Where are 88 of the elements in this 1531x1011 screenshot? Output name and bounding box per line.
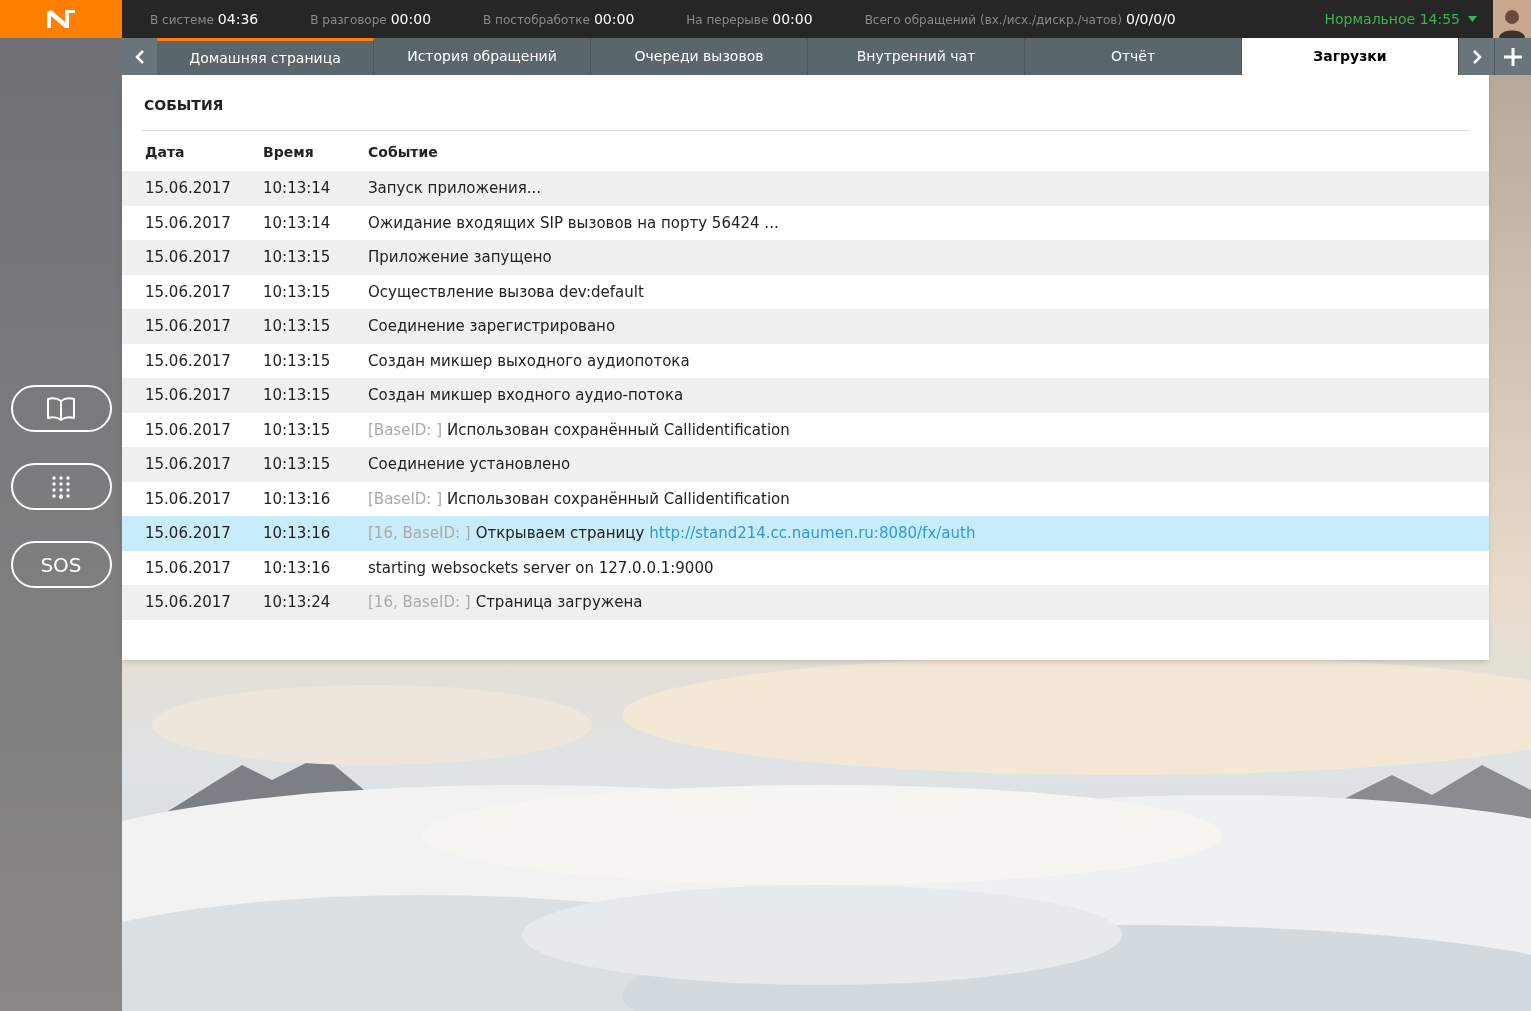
base-id-prefix: [BaseID: ] — [368, 419, 443, 441]
book-icon — [46, 394, 76, 423]
base-id-prefix: [BaseID: ] — [368, 488, 443, 510]
event-text: Страница загружена — [475, 592, 643, 613]
date-cell: 15.06.2017 — [145, 248, 231, 266]
event-text: Использован сохранённый Callidentification — [447, 419, 790, 441]
time-cell: 10:13:15 — [263, 351, 331, 370]
scroll-left-button[interactable] — [122, 38, 157, 75]
time-cell: 10:13:15 — [263, 455, 331, 473]
stat-value: 04:36 — [217, 9, 259, 29]
date-cell: 15.06.2017 — [145, 351, 231, 370]
event-row[interactable]: 15.06.2017 10:13:15 Соединение зарегистрировано — [122, 309, 1489, 344]
event-row[interactable]: 15.06.2017 10:13:15 Создан микшер выходного аудиопотока — [122, 343, 1489, 378]
column-header: Событие — [368, 144, 438, 160]
time-cell: 10:13:16 — [263, 558, 331, 577]
stat-value: 0/0/0/0 — [1126, 9, 1176, 29]
time-cell: 10:13:15 — [263, 420, 331, 439]
dialpad-button[interactable] — [10, 463, 112, 510]
base-id-prefix: [16, BaseID: ] — [368, 523, 471, 544]
date-cell: 15.06.2017 — [145, 558, 231, 577]
time-cell: 10:13:15 — [263, 317, 331, 335]
date-cell: 15.06.2017 — [145, 455, 231, 473]
column-header: Время — [263, 144, 314, 160]
time-cell: 10:13:14 — [263, 213, 331, 232]
event-text: Открываем страницу — [475, 523, 645, 544]
date-cell: 15.06.2017 — [145, 179, 231, 197]
event-text: Осуществление вызова dev:default — [368, 281, 644, 303]
event-text: Соединение зарегистрировано — [368, 316, 616, 337]
stat-label: В постобработке — [483, 11, 590, 29]
logo[interactable] — [0, 0, 122, 38]
time-cell: 10:13:14 — [263, 179, 331, 197]
time-cell: 10:13:16 — [263, 524, 331, 542]
event-row[interactable]: 15.06.2017 10:13:16 [BaseID: ] Использован сохранённый Callidentification — [122, 481, 1489, 516]
event-row[interactable]: 15.06.2017 10:13:14 Ожидание входящих SIP вызовов на порту 56424 ... — [122, 205, 1489, 240]
event-row[interactable]: 15.06.2017 10:13:15 [BaseID: ] Использован сохранённый Callidentification — [122, 412, 1489, 447]
stat-label: В разговоре — [310, 11, 387, 29]
event-text: Создан микшер выходного аудиопотока — [368, 350, 690, 372]
event-row[interactable]: 15.06.2017 10:13:16 [16, BaseID: ] Открываем страницу http://stand214.cc.naumen.ru:8080/fx/auth — [122, 516, 1489, 551]
base-id-prefix: [16, BaseID: ] — [368, 592, 471, 613]
stat-value: 00:00 — [772, 9, 813, 29]
stat-label: В системе — [150, 11, 214, 29]
date-cell: 15.06.2017 — [145, 282, 231, 301]
event-text: starting websockets server on 127.0.0.1:9000 — [368, 557, 714, 579]
book-button[interactable] — [10, 385, 112, 432]
logo-icon — [47, 10, 75, 28]
chevron-left-icon — [134, 48, 145, 65]
event-text: Использован сохранённый Callidentification — [447, 488, 790, 510]
add-tab-button[interactable] — [1494, 38, 1531, 75]
sos-button[interactable]: SOS — [10, 541, 112, 588]
event-row[interactable]: 15.06.2017 10:13:16 starting websockets server on 127.0.0.1:9000 — [122, 550, 1489, 585]
stat-label: На перерыве — [686, 11, 769, 29]
stat-value: 00:00 — [390, 9, 432, 29]
time-cell: 10:13:15 — [263, 282, 331, 301]
caret-icon — [1468, 16, 1477, 22]
dialpad-icon — [51, 474, 71, 499]
scroll-right-button[interactable] — [1459, 38, 1494, 75]
time-cell: 10:13:24 — [263, 593, 331, 611]
event-row[interactable]: 15.06.2017 10:13:15 Создан микшер входного аудио-потока — [122, 378, 1489, 413]
chevron-right-icon — [1471, 48, 1482, 65]
date-cell: 15.06.2017 — [145, 386, 231, 404]
date-cell: 15.06.2017 — [145, 317, 231, 335]
date-cell: 15.06.2017 — [145, 489, 231, 508]
stat-value: 00:00 — [593, 9, 635, 29]
event-text: Ожидание входящих SIP вызовов на порту 56424 ... — [368, 212, 779, 234]
event-text: Создан микшер входного аудио-потока — [368, 385, 684, 406]
date-cell: 15.06.2017 — [145, 593, 231, 611]
event-row[interactable]: 15.06.2017 10:13:24 [16, BaseID: ] Страница загружена — [122, 585, 1489, 620]
time-cell: 10:13:15 — [263, 248, 331, 266]
event-row[interactable]: 15.06.2017 10:13:15 Осуществление вызова dev:default — [122, 274, 1489, 309]
event-text: Запуск приложения... — [368, 178, 542, 199]
date-cell: 15.06.2017 — [145, 213, 231, 232]
date-cell: 15.06.2017 — [145, 420, 231, 439]
event-row[interactable]: 15.06.2017 10:13:14 Запуск приложения... — [122, 171, 1489, 206]
tab[interactable]: Домашняя страница — [157, 38, 374, 75]
status-dropdown[interactable]: Нормальное 14:55 — [1324, 8, 1477, 30]
avatar[interactable] — [1493, 0, 1531, 38]
date-cell: 15.06.2017 — [145, 524, 231, 542]
event-row[interactable]: 15.06.2017 10:13:15 Соединение установлено — [122, 447, 1489, 482]
event-text: Приложение запущено — [368, 247, 552, 268]
event-row[interactable]: 15.06.2017 10:13:15 Приложение запущено — [122, 240, 1489, 275]
column-header: Дата — [145, 144, 185, 160]
tab[interactable]: Загрузки — [1242, 38, 1459, 75]
plus-icon — [1503, 46, 1523, 67]
stat-label: Всего обращений (вх./исх./дискр./чатов) — [864, 11, 1122, 29]
panel-title: СОБЫТИЯ — [143, 97, 224, 113]
time-cell: 10:13:16 — [263, 489, 331, 508]
event-text: Соединение установлено — [368, 454, 571, 475]
time-cell: 10:13:15 — [263, 386, 331, 404]
